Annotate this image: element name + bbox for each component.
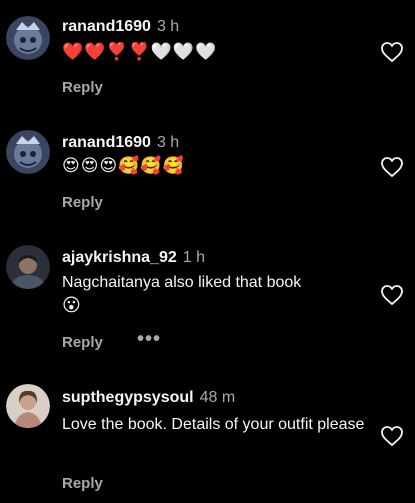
reply-button[interactable]: Reply (62, 334, 103, 351)
avatar[interactable] (6, 130, 50, 174)
heart-outline-icon[interactable] (380, 284, 404, 306)
comment-username[interactable]: ranand1690 3 h (62, 18, 179, 36)
avatar[interactable] (6, 16, 50, 60)
avatar[interactable] (6, 384, 50, 428)
comment-time: 1 h (182, 249, 205, 266)
heart-outline-icon[interactable] (380, 156, 404, 178)
comment-time: 3 h (156, 18, 180, 35)
heart-outline-icon[interactable] (380, 425, 404, 447)
username-text[interactable]: ranand1690 (62, 18, 151, 35)
comment-time: 48 m (199, 389, 236, 406)
comment-username[interactable]: supthegypsysoul 48 m (62, 389, 235, 407)
heart-outline-icon[interactable] (380, 41, 404, 63)
username-text[interactable]: ranand1690 (62, 134, 151, 151)
reply-button[interactable]: Reply (62, 475, 103, 492)
comment-username[interactable]: ajaykrishna_92 1 h (62, 249, 205, 267)
comment-emoji: 😮 (62, 295, 81, 315)
comment-time: 3 h (156, 134, 180, 151)
comment-text-line: Nagchaitanya also liked that book (62, 274, 302, 291)
comment-text: Love the book. Details of your outfit pl… (62, 416, 365, 433)
more-horizontal-icon[interactable]: ••• (137, 328, 161, 351)
reply-button[interactable]: Reply (62, 79, 103, 96)
reply-button[interactable]: Reply (62, 194, 103, 211)
comment-text: ❤️❤️❣️❣️🤍🤍🤍 (62, 42, 218, 61)
comment-text: Nagchaitanya also liked that book 😮 (62, 272, 372, 316)
comment-username[interactable]: ranand1690 3 h (62, 134, 179, 152)
avatar[interactable] (6, 245, 50, 289)
username-text[interactable]: ajaykrishna_92 (62, 249, 177, 266)
comment-text: 😍😍😍🥰🥰🥰 (62, 156, 185, 175)
username-text[interactable]: supthegypsysoul (62, 389, 194, 406)
